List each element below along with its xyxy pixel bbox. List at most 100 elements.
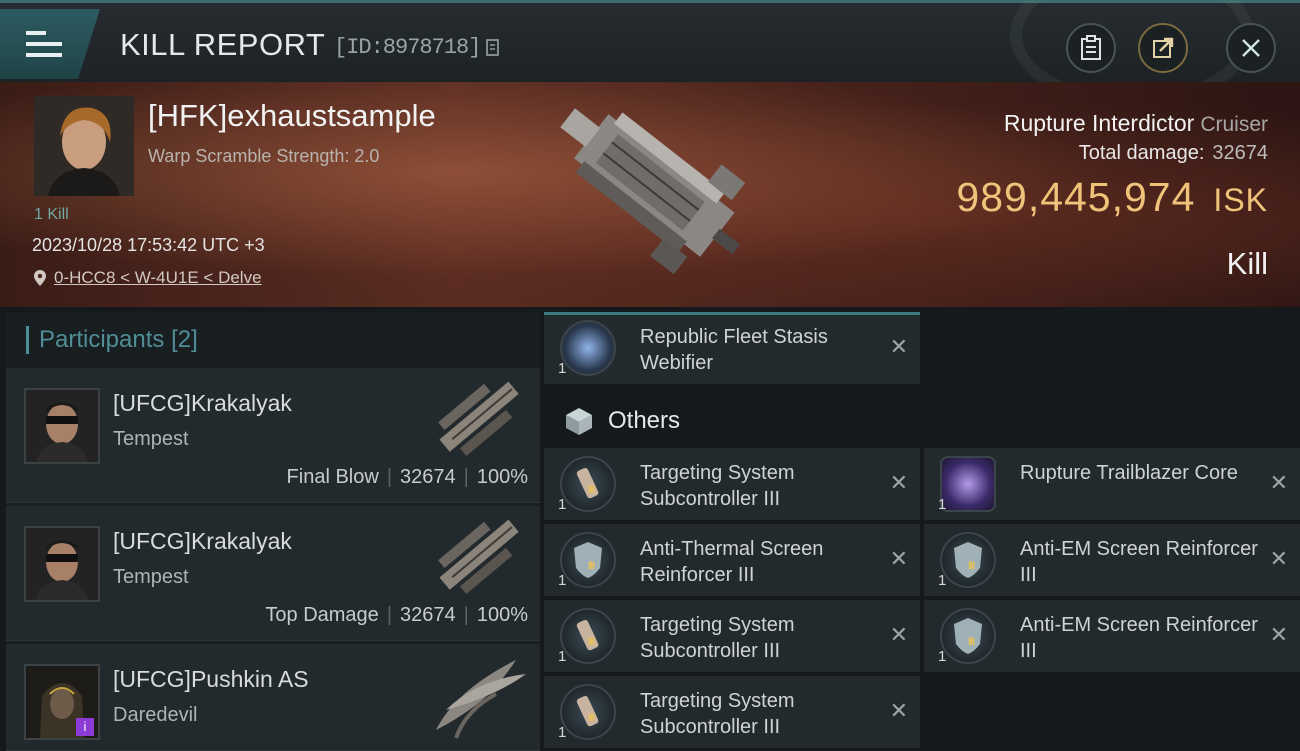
- participant-ship-image[interactable]: [426, 374, 536, 464]
- cube-icon: [566, 408, 592, 435]
- victim-subtitle: Warp Scramble Strength: 2.0: [148, 146, 380, 166]
- isk-unit: ISK: [1213, 182, 1268, 218]
- item-quantity: 1: [938, 496, 947, 513]
- location-link[interactable]: 0-HCC8 < W-4U1E < Delve: [34, 268, 262, 288]
- participant-avatar[interactable]: [24, 388, 100, 464]
- victim-avatar[interactable]: [34, 96, 134, 196]
- dropped-item[interactable]: III 1 Anti-EM Screen Reinforcer III ✕: [924, 524, 1300, 596]
- item-name: Anti-EM Screen Reinforcer III: [1020, 538, 1258, 586]
- isk-amount: 989,445,974: [956, 174, 1196, 220]
- section-accent-bar: [544, 312, 920, 315]
- participant-ship-image[interactable]: [426, 512, 536, 602]
- location-text[interactable]: 0-HCC8 < W-4U1E < Delve: [54, 268, 262, 288]
- portrait-icon: [26, 528, 98, 600]
- tier-badge: III: [968, 636, 975, 648]
- share-button[interactable]: [1138, 23, 1188, 73]
- participant-stats: Top Damage | 32674 | 100%: [265, 604, 528, 626]
- report-id: [ID:8978718]: [334, 35, 481, 60]
- participant-ship: Daredevil: [113, 704, 198, 726]
- location-pin-icon: [34, 270, 46, 286]
- share-icon: [1153, 37, 1174, 58]
- participant-name[interactable]: [UFCG]Pushkin AS: [113, 666, 309, 693]
- tier-badge: III: [588, 560, 595, 572]
- participant-percent: 100%: [476, 466, 528, 488]
- item-name: Anti-EM Screen Reinforcer III: [1020, 614, 1258, 662]
- remove-icon[interactable]: ✕: [1270, 546, 1288, 572]
- remove-icon[interactable]: ✕: [890, 622, 908, 648]
- clipboard-button[interactable]: [1066, 23, 1116, 73]
- participant-ship-image[interactable]: [426, 650, 536, 740]
- total-damage-value: 32674: [1212, 142, 1268, 164]
- item-quantity: 1: [558, 496, 567, 513]
- item-name: Republic Fleet Stasis Webifier: [640, 326, 828, 374]
- remove-icon[interactable]: ✕: [890, 334, 908, 360]
- item-quantity: 1: [938, 648, 947, 665]
- victim-ship-image[interactable]: [540, 86, 760, 296]
- item-quantity: 1: [938, 572, 947, 589]
- victim-name[interactable]: [HFK]exhaustsample: [148, 98, 436, 134]
- items-panel: 1 Republic Fleet Stasis Webifier ✕ Other…: [544, 308, 1300, 750]
- dropped-item[interactable]: 1 Rupture Trailblazer Core ✕: [924, 448, 1300, 520]
- participant-stats: Final Blow | 32674 | 100%: [286, 466, 528, 488]
- tier-badge: III: [588, 712, 595, 724]
- info-badge-icon[interactable]: i: [76, 718, 94, 736]
- remove-icon[interactable]: ✕: [890, 470, 908, 496]
- dropped-item[interactable]: 1 Republic Fleet Stasis Webifier ✕: [544, 312, 920, 384]
- copy-icon[interactable]: [486, 37, 502, 57]
- dropped-item[interactable]: III 1 Anti-Thermal Screen Reinforcer III…: [544, 524, 920, 596]
- portrait-icon: [34, 96, 134, 196]
- participants-header: Participants [2]: [26, 326, 198, 354]
- participant-ship: Tempest: [113, 566, 189, 588]
- item-quantity: 1: [558, 648, 567, 665]
- top-bar: KILL REPORT [ID:8978718]: [0, 0, 1300, 107]
- participant-card[interactable]: [UFCG]Krakalyak Tempest Final Blow | 32674…: [6, 368, 540, 503]
- ship-name-text: Rupture Interdictor: [1003, 110, 1195, 136]
- tier-badge: III: [968, 560, 975, 572]
- menu-button[interactable]: [0, 9, 100, 79]
- victim-ship-name[interactable]: Rupture Interdictor Cruiser: [1004, 110, 1268, 137]
- kill-datetime: 2023/10/28 17:53:42 UTC +3: [32, 235, 265, 255]
- participant-name[interactable]: [UFCG]Krakalyak: [113, 390, 292, 417]
- kill-count-tag: 1 Kill: [34, 206, 69, 223]
- tier-badge: III: [588, 484, 595, 496]
- item-quantity: 1: [558, 724, 567, 741]
- dropped-item[interactable]: III 1 Anti-EM Screen Reinforcer III ✕: [924, 600, 1300, 672]
- ship-class: Cruiser: [1200, 113, 1268, 136]
- dropped-item[interactable]: III 1 Targeting System Subcontroller III…: [544, 448, 920, 520]
- remove-icon[interactable]: ✕: [890, 546, 908, 572]
- item-name: Anti-Thermal Screen Reinforcer III: [640, 538, 824, 586]
- item-name: Rupture Trailblazer Core: [1020, 462, 1238, 484]
- remove-icon[interactable]: ✕: [1270, 622, 1288, 648]
- participant-damage: 32674: [400, 604, 456, 626]
- page-title: KILL REPORT: [120, 27, 326, 62]
- participant-avatar[interactable]: [24, 526, 100, 602]
- clipboard-icon: [1081, 35, 1101, 60]
- participant-card[interactable]: [UFCG]Krakalyak Tempest Top Damage | 32674…: [6, 506, 540, 641]
- dropped-item[interactable]: III 1 Targeting System Subcontroller III…: [544, 600, 920, 672]
- item-quantity: 1: [558, 360, 567, 377]
- portrait-icon: [26, 390, 98, 462]
- participant-name[interactable]: [UFCG]Krakalyak: [113, 528, 292, 555]
- participant-ship: Tempest: [113, 428, 189, 450]
- participant-damage: 32674: [400, 466, 456, 488]
- close-icon: [1242, 39, 1260, 57]
- kill-banner: [HFK]exhaustsample Warp Scramble Strengt…: [0, 82, 1300, 307]
- isk-value: 989,445,974 ISK: [956, 174, 1268, 221]
- total-damage-label: Total damage:: [1078, 142, 1205, 164]
- participant-role: Top Damage: [265, 604, 379, 626]
- result-label: Kill: [1226, 246, 1268, 281]
- item-quantity: 1: [558, 572, 567, 589]
- item-name: Targeting System Subcontroller III: [640, 614, 795, 662]
- close-button[interactable]: [1226, 23, 1276, 73]
- remove-icon[interactable]: ✕: [1270, 470, 1288, 496]
- participants-title: Participants: [39, 326, 165, 353]
- tier-badge: III: [588, 636, 595, 648]
- participant-avatar[interactable]: i: [24, 664, 100, 740]
- others-title: Others: [608, 407, 681, 434]
- participant-percent: 100%: [476, 604, 528, 626]
- total-damage: Total damage: 32674: [1079, 142, 1268, 165]
- remove-icon[interactable]: ✕: [890, 698, 908, 724]
- dropped-item[interactable]: III 1 Targeting System Subcontroller III…: [544, 676, 920, 748]
- item-name: Targeting System Subcontroller III: [640, 690, 795, 738]
- participant-card[interactable]: i [UFCG]Pushkin AS Daredevil: [6, 644, 540, 751]
